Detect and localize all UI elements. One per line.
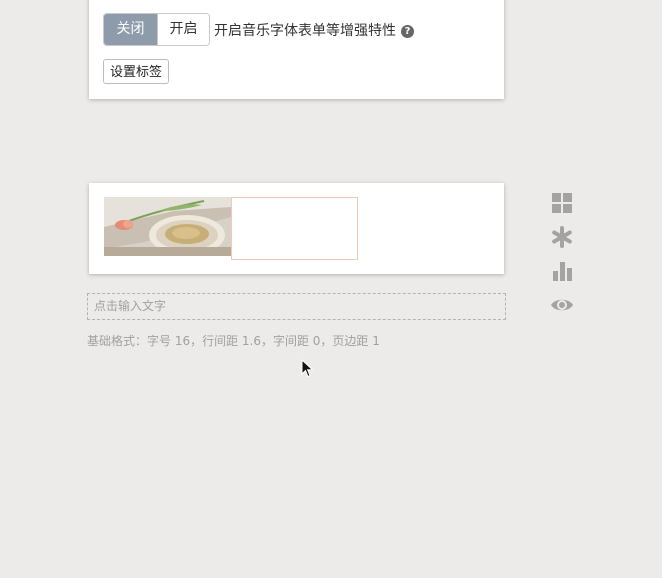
toggle-off-option[interactable]: 关闭: [104, 14, 157, 45]
page: 关闭 开启 开启音乐字体表单等增强特性? 设置标签 点击输入文字 基础格式：字号…: [0, 0, 662, 578]
help-icon[interactable]: ?: [401, 25, 414, 38]
toggle-on-option[interactable]: 开启: [157, 14, 209, 45]
grid-icon[interactable]: [550, 191, 574, 215]
text-input[interactable]: 点击输入文字: [87, 293, 506, 320]
set-tags-button[interactable]: 设置标签: [103, 59, 170, 84]
bar-chart-icon[interactable]: [550, 259, 574, 283]
format-info: 基础格式：字号 16，行间距 1.6，字间距 0，页边距 1: [87, 334, 380, 348]
asterisk-icon[interactable]: [550, 225, 574, 249]
toggle-description: 开启音乐字体表单等增强特性?: [214, 20, 414, 40]
settings-card: 关闭 开启 开启音乐字体表单等增强特性? 设置标签: [89, 0, 504, 99]
image-thumbnail[interactable]: [104, 197, 231, 256]
image-card: [89, 183, 504, 274]
mouse-cursor-icon: [301, 358, 315, 379]
empty-image-slot[interactable]: [231, 197, 358, 260]
enhanced-features-toggle[interactable]: 关闭 开启: [103, 13, 210, 46]
eye-icon[interactable]: [550, 293, 574, 317]
food-photo-illustration: [104, 197, 231, 256]
toggle-description-text: 开启音乐字体表单等增强特性: [214, 23, 396, 39]
